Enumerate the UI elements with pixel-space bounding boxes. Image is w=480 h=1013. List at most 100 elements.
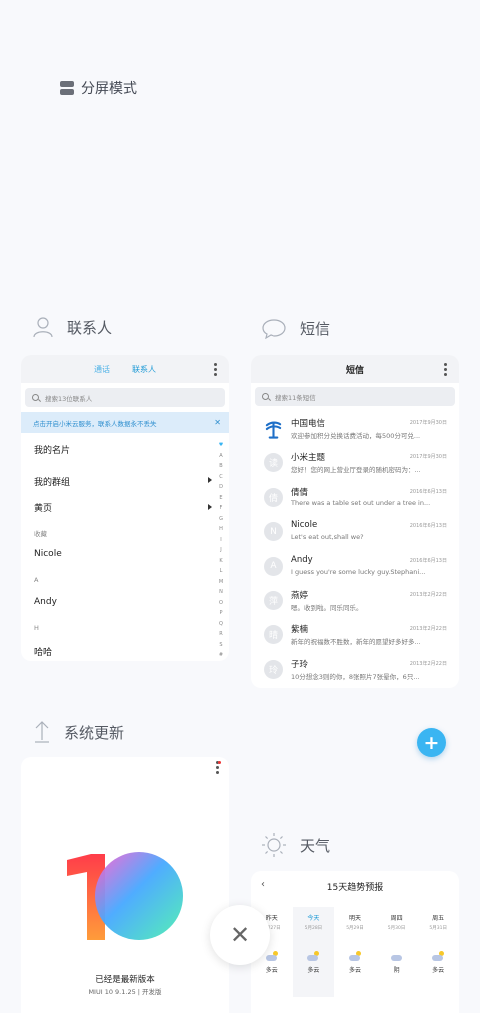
messages-app-title: 短信 (262, 318, 330, 339)
alphabet-index-letter[interactable]: R (219, 631, 222, 639)
forecast-day-name: 周四 (390, 915, 403, 922)
message-sender: 中国电信 (291, 419, 326, 429)
more-icon[interactable] (214, 363, 217, 376)
contacts-search-input[interactable]: 搜索13位联系人 (25, 388, 225, 407)
message-date: 2017年9月30日 (409, 420, 447, 426)
forecast-day[interactable]: 周四 5月30日阴 (376, 907, 418, 997)
message-thread-row[interactable]: 读小米主题 2017年9月30日 您好！您的网上营业厅登录的随机密码为：... (251, 449, 459, 483)
contact-row-my-card[interactable]: 我的名片 (34, 443, 70, 456)
alphabet-index-letter[interactable]: N (219, 589, 223, 597)
close-all-button[interactable]: ✕ (210, 905, 270, 965)
cloud-banner[interactable]: 点击开启小米云服务，联系人数据永不丢失 ✕ (21, 412, 229, 433)
partly-cloudy-icon (432, 951, 445, 961)
forecast-day[interactable]: 周五 5月31日 多云 (417, 907, 459, 997)
arrow-up-icon (35, 721, 49, 743)
alphabet-index[interactable]: ♥ A B C D E F G H I J K L M N O P Q R S # (216, 442, 226, 660)
alphabet-index-letter[interactable]: L (220, 568, 223, 576)
notification-dot (218, 761, 221, 764)
forecast-day[interactable]: 明天 5月29日多云 (334, 907, 376, 997)
alphabet-index-letter[interactable]: # (219, 652, 223, 660)
alphabet-index-letter[interactable]: G (219, 516, 223, 524)
alphabet-index-letter[interactable]: K (219, 558, 222, 566)
section-header-h: H (34, 624, 39, 632)
forecast-date: 5月29日 (346, 926, 364, 931)
forecast-condition: 多云 (307, 967, 320, 974)
contact-row-yellow-pages[interactable]: 黄页 (34, 501, 52, 514)
updater-card[interactable]: 已经是最新版本 MIUI 10 9.1.25 | 开发版 (21, 757, 229, 1013)
message-thread-row[interactable]: 萍燕婷 2013年2月22日 嗯。收到啦。同乐同乐。 (251, 587, 459, 621)
alphabet-index-letter[interactable]: F (220, 505, 223, 513)
forecast-day-name: 明天 (348, 915, 361, 922)
search-icon (262, 393, 269, 400)
forecast-day[interactable]: 今天 5月28日多云 (292, 907, 335, 997)
contact-row-nicole[interactable]: Nicole (34, 549, 62, 559)
avatar: 晴 (264, 625, 283, 645)
message-sender: Andy (291, 554, 313, 565)
contact-row-my-groups[interactable]: 我的群组 (34, 475, 70, 488)
alphabet-index-letter[interactable]: B (219, 463, 222, 471)
forecast-day-name: 今天 (307, 915, 320, 922)
updater-app-title: 系统更新 (34, 720, 124, 744)
forecast-date: 5月28日 (304, 926, 323, 931)
alphabet-index-letter[interactable]: D (219, 484, 223, 492)
alphabet-index-letter[interactable]: P (219, 610, 222, 618)
message-thread-row[interactable]: N Nicole 2016年6月13日 Let's eat out,shall we? (251, 518, 459, 552)
message-sender: 小米主题 (291, 453, 326, 464)
compose-button[interactable]: + (417, 728, 446, 757)
message-thread-row[interactable]: 中国电信 2017年9月30日欢迎参加积分兑换话费活动，每500分可兑... (251, 415, 459, 449)
contacts-title-label: 联系人 (67, 318, 113, 337)
split-screen-button[interactable]: 分屏模式 (60, 78, 137, 98)
message-thread-row[interactable]: 玲子玲 2013年2月22日 10分想念3则的你，8张照片7张晕你，6只... (251, 656, 459, 688)
alphabet-index-letter[interactable]: O (219, 600, 223, 608)
contacts-card[interactable]: 通话 联系人 搜索13位联系人 点击开启小米云服务，联系人数据永不丢失 ✕ 我的… (21, 355, 229, 661)
message-thread-row[interactable]: 晴紫楠 2013年2月22日 新年的祝福数不胜数，新年的愿望好多好多... (251, 621, 459, 655)
weather-card[interactable]: ‹ 15天趋势预报 昨天 5月27日 多云 今天 5月28日 多云 明天 5月29日 多云 周四 5… (251, 871, 459, 1013)
message-date: 2013年2月22日 (409, 626, 447, 633)
message-preview: 嗯。收到啦。同乐同乐。 (291, 604, 363, 612)
contacts-app-title: 联系人 (33, 316, 112, 338)
close-icon[interactable]: ✕ (214, 418, 221, 427)
tab-contacts[interactable]: 联系人 (132, 364, 156, 375)
alphabet-index-letter[interactable]: ♥ (219, 442, 223, 450)
section-header-favorites: 收藏 (34, 530, 47, 538)
messages-header-title: 短信 (345, 365, 364, 376)
message-preview: 欢迎参加积分兑换话费活动，每500分可兑... (291, 432, 421, 440)
message-preview: 10分想念3则的你，8张照片7张晕你，6只... (291, 672, 420, 681)
alphabet-index-letter[interactable]: Q (219, 621, 223, 629)
contact-row-andy[interactable]: Andy (34, 597, 57, 607)
forecast-condition: 多云 (348, 967, 361, 974)
contact-row-haha[interactable]: 哈哈 (34, 645, 52, 658)
forecast-date: 5月31日 (429, 926, 447, 931)
weather-header: ‹ 15天趋势预报 (251, 871, 459, 901)
alphabet-index-letter[interactable]: H (219, 526, 223, 534)
messages-search-placeholder: 搜索11条短信 (275, 393, 316, 402)
alphabet-index-letter[interactable]: J (220, 547, 221, 555)
message-thread-row[interactable]: A Andy 2016年6月13日 I guess you're some lucky… (251, 553, 459, 587)
messages-card[interactable]: 短信 搜索11条短信 中国电信 2017年9月30日 欢迎参加积分兑换话费活动，每5… (251, 355, 459, 688)
alphabet-index-letter[interactable]: E (219, 495, 222, 503)
alphabet-index-letter[interactable]: M (219, 579, 223, 587)
message-date: 2016年6月13日 (409, 523, 447, 530)
back-icon[interactable]: ‹ (261, 879, 265, 890)
message-date: 2017年9月30日 (409, 454, 447, 461)
weather-app-title: 天气 (262, 833, 330, 857)
message-sender: Nicole (291, 520, 318, 531)
alphabet-index-letter[interactable]: S (219, 642, 222, 650)
cloud-banner-text: 点击开启小米云服务，联系人数据永不丢失 (33, 419, 157, 428)
alphabet-index-letter[interactable]: A (219, 453, 222, 461)
message-preview: Let's eat out,shall we? (291, 533, 364, 542)
message-date: 2013年2月22日 (409, 592, 447, 598)
messages-search-input[interactable]: 搜索11条短信 (255, 387, 455, 406)
more-icon[interactable] (444, 363, 447, 376)
message-thread-row[interactable]: 倩倩倩 2016年6月13日 There was a table set out u… (251, 484, 459, 518)
tab-calls[interactable]: 通话 (94, 364, 110, 375)
alphabet-index-letter[interactable]: I (220, 537, 221, 545)
message-sender: 子玲 (291, 659, 309, 670)
avatar: 读 (264, 453, 283, 473)
sun-icon (262, 833, 286, 857)
alphabet-index-letter[interactable]: C (219, 474, 223, 482)
message-preview: There was a table set out under a tree i… (291, 498, 431, 507)
avatar: 玲 (264, 659, 283, 679)
message-date: 2013年2月22日 (409, 660, 447, 667)
china-telecom-logo-icon (264, 419, 283, 439)
